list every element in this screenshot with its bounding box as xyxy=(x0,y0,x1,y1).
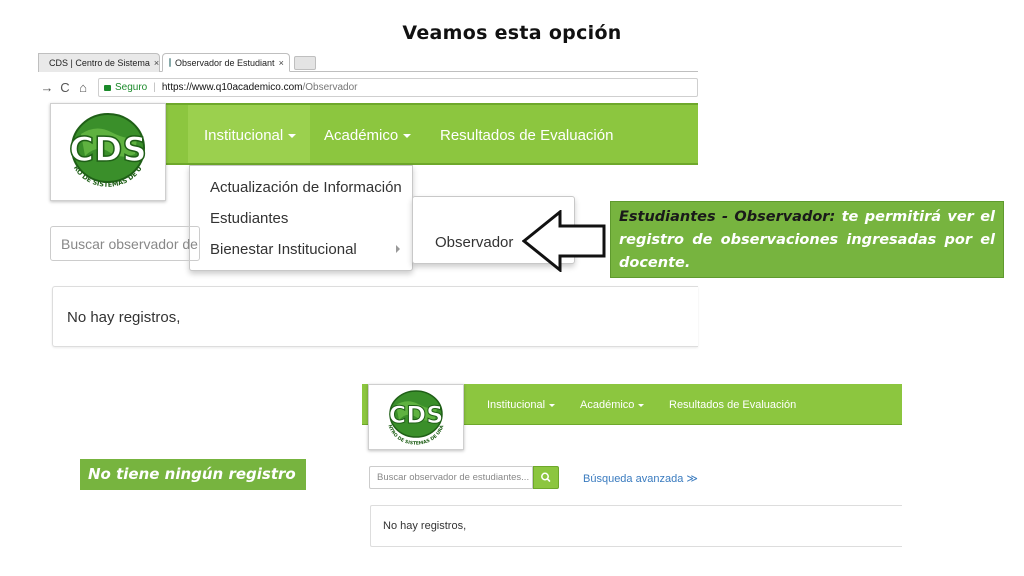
empty-results-text: No hay registros, xyxy=(383,520,467,532)
caret-down-icon xyxy=(549,403,556,407)
nav-label: Institucional xyxy=(204,127,284,144)
url-host: https://www.q10academico.com xyxy=(161,81,303,93)
reload-icon[interactable]: C xyxy=(56,80,74,95)
advanced-search-link[interactable]: Búsqueda avanzada ≫ xyxy=(583,472,698,485)
document-favicon-icon xyxy=(169,58,171,67)
browser-tab-bar: CDS | Centro de Sistema × Observador de … xyxy=(38,52,698,72)
search-button[interactable] xyxy=(533,466,559,489)
no-records-note: No tiene ningún registro xyxy=(80,459,306,490)
empty-results-text: No hay registros, xyxy=(67,309,181,326)
nav-item-resultados[interactable]: Resultados de Evaluación xyxy=(669,399,796,411)
url-separator: | xyxy=(153,81,156,93)
search-input[interactable]: Buscar observador de e xyxy=(50,226,200,261)
menu-item-bienestar[interactable]: Bienestar Institucional xyxy=(210,241,357,258)
home-icon[interactable]: ⌂ xyxy=(74,80,92,95)
explanation-callout: Estudiantes - Observador: te permitirá v… xyxy=(610,201,1004,278)
search-icon xyxy=(541,472,551,482)
menu-item-observador[interactable]: Observador xyxy=(435,234,513,251)
svg-text:CDS: CDS xyxy=(389,401,444,429)
browser-tab-cds[interactable]: CDS | Centro de Sistema × xyxy=(38,53,160,72)
results-panel: No hay registros, xyxy=(370,505,902,547)
menu-item-estudiantes[interactable]: Estudiantes xyxy=(210,210,288,227)
search-input[interactable]: Buscar observador de estudiantes... xyxy=(369,466,533,489)
nav-item-institucional[interactable]: Institucional xyxy=(204,127,297,144)
caret-down-icon xyxy=(638,403,645,407)
slide-title: Veamos esta opción xyxy=(402,22,622,44)
nav-item-resultados[interactable]: Resultados de Evaluación xyxy=(440,127,613,144)
tab-label: Observador de Estudiant xyxy=(175,57,275,68)
secure-label: Seguro xyxy=(115,81,148,93)
nav-label: Institucional xyxy=(487,399,546,411)
svg-text:CDS: CDS xyxy=(69,130,147,170)
menu-item-actualizacion[interactable]: Actualización de Información xyxy=(210,179,402,196)
institucional-dropdown: Actualización de Información Estudiantes… xyxy=(189,165,413,271)
nav-label: Académico xyxy=(324,127,399,144)
new-tab-button[interactable] xyxy=(294,56,316,70)
nav-item-academico[interactable]: Académico xyxy=(580,399,645,411)
url-path: /Observador xyxy=(302,81,358,93)
forward-arrow-icon[interactable]: → xyxy=(38,80,56,95)
submenu-arrow-icon xyxy=(396,245,400,253)
cds-logo[interactable]: CDS CENTRO DE SISTEMAS DE URABA xyxy=(50,103,166,201)
nav-item-academico[interactable]: Académico xyxy=(324,127,412,144)
results-panel: No hay registros, xyxy=(52,286,698,347)
address-bar: → C ⌂ Seguro | https://www.q10academico.… xyxy=(38,76,698,98)
nav-item-institucional[interactable]: Institucional xyxy=(487,399,556,411)
close-icon[interactable]: × xyxy=(150,58,159,68)
tab-label: CDS | Centro de Sistema xyxy=(49,58,150,68)
close-icon[interactable]: × xyxy=(275,58,284,68)
nav-label: Académico xyxy=(580,399,635,411)
cds-globe-icon: CDS CENTRO DE SISTEMAS DE URABA xyxy=(369,385,445,447)
caret-down-icon xyxy=(288,134,297,139)
caret-down-icon xyxy=(403,134,412,139)
pointer-arrow-icon xyxy=(522,210,606,272)
lock-icon xyxy=(104,85,111,91)
browser-tab-observador[interactable]: Observador de Estudiant × xyxy=(162,53,290,72)
callout-heading: Estudiantes - Observador: xyxy=(619,209,836,225)
cds-logo-small[interactable]: CDS CENTRO DE SISTEMAS DE URABA xyxy=(368,384,464,450)
cds-globe-icon: CDS CENTRO DE SISTEMAS DE URABA xyxy=(51,104,148,189)
url-input[interactable]: Seguro | https://www.q10academico.com/Ob… xyxy=(98,77,698,97)
